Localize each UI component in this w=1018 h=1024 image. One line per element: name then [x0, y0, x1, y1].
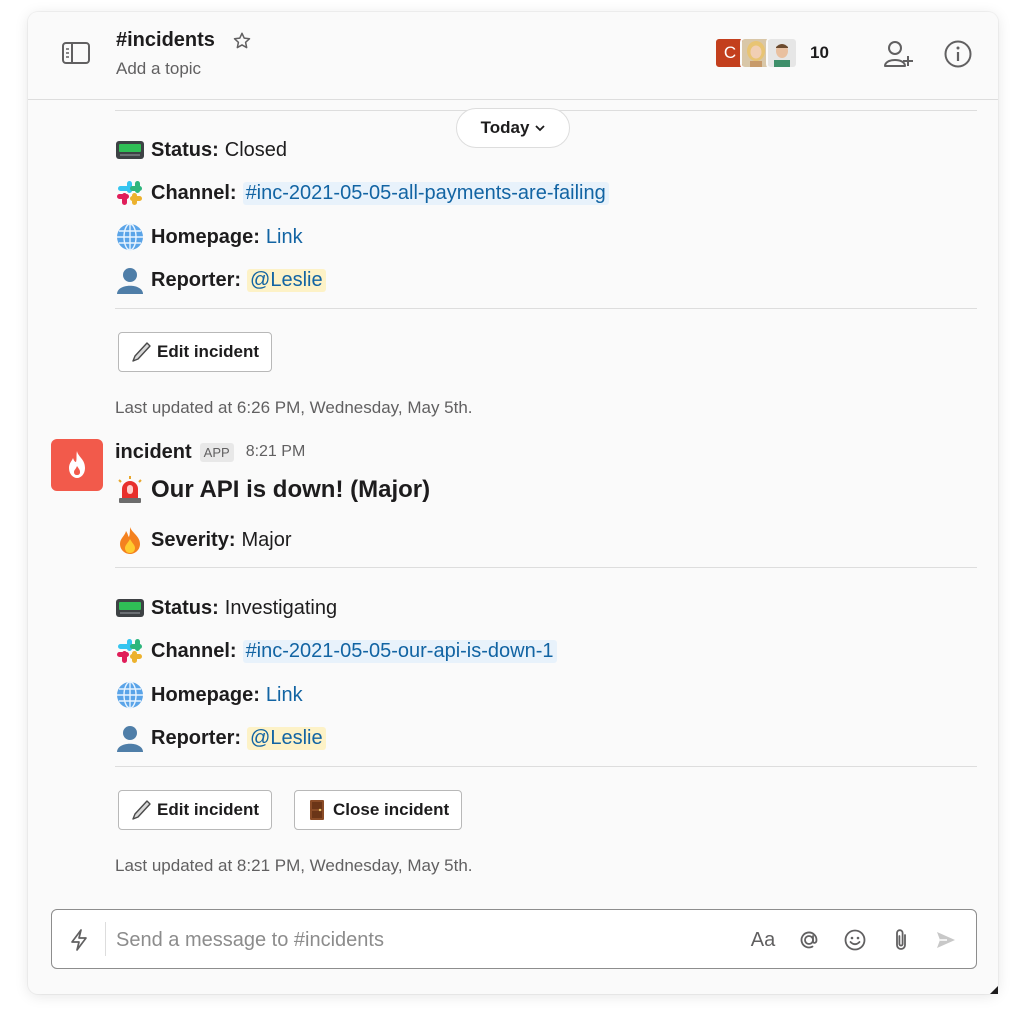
channel-header: #incidents Add a topic C 10 — [28, 12, 998, 100]
reporter-mention[interactable]: @Leslie — [247, 726, 326, 750]
mention-icon[interactable] — [797, 926, 821, 954]
field-value: Investigating — [224, 596, 338, 619]
sender-name[interactable]: incident — [115, 441, 192, 464]
homepage-field: Homepage: Link — [115, 680, 303, 710]
fire-icon — [120, 527, 140, 554]
homepage-link[interactable]: Link — [266, 684, 303, 707]
close-incident-button[interactable]: Close incident — [294, 790, 463, 830]
edit-incident-button[interactable]: Edit incident — [118, 332, 272, 372]
channel-link[interactable]: #inc-2021-05-05-all-payments-are-failing — [242, 181, 609, 205]
message-input[interactable] — [114, 924, 718, 956]
avatar — [766, 37, 798, 69]
reporter-field: Reporter: @Leslie — [115, 265, 326, 295]
slack-logo-icon — [117, 181, 142, 205]
app-avatar[interactable] — [51, 439, 103, 491]
field-key: Severity: — [151, 528, 236, 551]
reporter-field: Reporter: @Leslie — [115, 723, 326, 753]
incident-title: Our API is down! (Major) — [115, 472, 430, 508]
field-value: Major — [241, 528, 292, 551]
info-icon[interactable] — [943, 39, 973, 69]
channel-field: Channel: #inc-2021-05-05-all-payments-ar… — [115, 178, 609, 208]
divider — [115, 308, 977, 309]
pager-icon — [116, 141, 144, 159]
member-count: 10 — [810, 43, 829, 62]
globe-icon — [117, 681, 143, 709]
message-timestamp[interactable]: 8:21 PM — [246, 443, 306, 461]
button-label: Edit incident — [157, 342, 259, 361]
emoji-icon[interactable] — [843, 926, 867, 954]
field-key: Status: — [151, 138, 219, 161]
sidebar-toggle-icon[interactable] — [62, 42, 90, 64]
message-composer: Aa — [51, 909, 977, 969]
status-field: Status: Closed — [115, 135, 287, 165]
globe-icon — [117, 223, 143, 251]
field-value: Closed — [224, 138, 288, 161]
status-field: Status: Investigating — [115, 593, 337, 623]
add-topic-link[interactable]: Add a topic — [116, 59, 201, 79]
message-header: incident APP 8:21 PM — [115, 438, 305, 466]
field-key: Reporter: — [151, 726, 242, 749]
title-text: Our API is down! (Major) — [151, 476, 431, 503]
channel-link[interactable]: #inc-2021-05-05-our-api-is-down-1 — [242, 639, 557, 663]
slack-logo-icon — [117, 639, 142, 663]
resize-corner-icon — [990, 986, 998, 994]
last-updated-text: Last updated at 8:21 PM, Wednesday, May … — [115, 856, 473, 875]
severity-field: Severity: Major — [115, 525, 292, 555]
button-label: Edit incident — [157, 800, 259, 819]
rotating-light-icon — [118, 476, 142, 503]
door-icon — [310, 800, 324, 820]
lightning-icon[interactable] — [68, 928, 90, 952]
button-label: Close incident — [333, 800, 450, 819]
pencil-icon — [132, 800, 151, 820]
field-key: Status: — [151, 596, 219, 619]
divider — [115, 766, 977, 767]
app-badge: APP — [199, 442, 234, 462]
last-updated-text: Last updated at 6:26 PM, Wednesday, May … — [115, 398, 473, 417]
user-silhouette-icon — [117, 726, 143, 752]
field-key: Reporter: — [151, 268, 242, 291]
reporter-mention[interactable]: @Leslie — [247, 268, 326, 292]
send-icon[interactable] — [934, 926, 958, 954]
chevron-down-icon — [535, 125, 546, 132]
homepage-field: Homepage: Link — [115, 222, 303, 252]
edit-incident-button[interactable]: Edit incident — [118, 790, 272, 830]
field-key: Channel: — [151, 181, 237, 204]
flame-logo-icon — [69, 451, 85, 478]
pencil-icon — [132, 342, 151, 362]
channel-field: Channel: #inc-2021-05-05-our-api-is-down… — [115, 636, 557, 666]
today-date-button[interactable]: Today — [456, 108, 570, 148]
members-button[interactable]: C 10 — [714, 36, 829, 70]
today-label: Today — [480, 118, 530, 137]
separator — [105, 922, 106, 956]
pager-icon — [116, 599, 144, 617]
user-silhouette-icon — [117, 268, 143, 294]
star-icon[interactable] — [232, 31, 252, 51]
channel-name[interactable]: #incidents — [116, 29, 215, 52]
field-key: Homepage: — [151, 225, 260, 248]
add-user-icon[interactable] — [883, 39, 915, 69]
homepage-link[interactable]: Link — [266, 226, 303, 249]
field-key: Channel: — [151, 639, 237, 662]
divider — [115, 567, 977, 568]
field-key: Homepage: — [151, 683, 260, 706]
slack-window: #incidents Add a topic C 10 Today Status… — [28, 12, 998, 994]
format-text-button[interactable]: Aa — [749, 926, 777, 954]
attachment-icon[interactable] — [890, 926, 912, 954]
